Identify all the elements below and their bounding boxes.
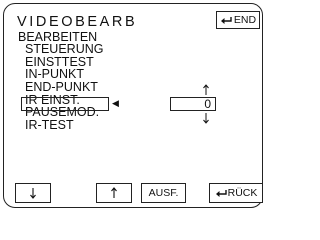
end-button[interactable]: END: [216, 11, 260, 29]
up-arrow-icon: [111, 187, 117, 198]
down-button[interactable]: [15, 183, 51, 203]
menu-list: STEUERUNG EINSTTEST IN-PUNKT END-PUNKT I…: [25, 43, 103, 132]
return-icon: [215, 189, 227, 197]
execute-button[interactable]: AUSF.: [141, 183, 186, 203]
menu-item-ir-test[interactable]: IR-TEST: [25, 119, 103, 132]
menu-screen: VIDEOBEARB END BEARBEITEN STEUERUNG EINS…: [3, 3, 263, 208]
selection-highlight: [21, 97, 109, 111]
back-button-label: RÜCK: [227, 187, 258, 199]
menu-item-steuerung[interactable]: STEUERUNG: [25, 43, 103, 56]
return-icon: [220, 16, 232, 24]
end-button-label: END: [233, 14, 257, 26]
up-arrow-indicator: [203, 84, 209, 95]
back-button[interactable]: RÜCK: [209, 183, 263, 203]
up-button[interactable]: [96, 183, 132, 203]
selection-marker: ◀: [112, 98, 119, 108]
menu-item-end-punkt[interactable]: END-PUNKT: [25, 81, 103, 94]
down-arrow-icon: [30, 188, 36, 199]
value-display: 0: [170, 97, 216, 111]
down-arrow-indicator: [203, 113, 209, 124]
page-title: VIDEOBEARB: [17, 14, 138, 30]
